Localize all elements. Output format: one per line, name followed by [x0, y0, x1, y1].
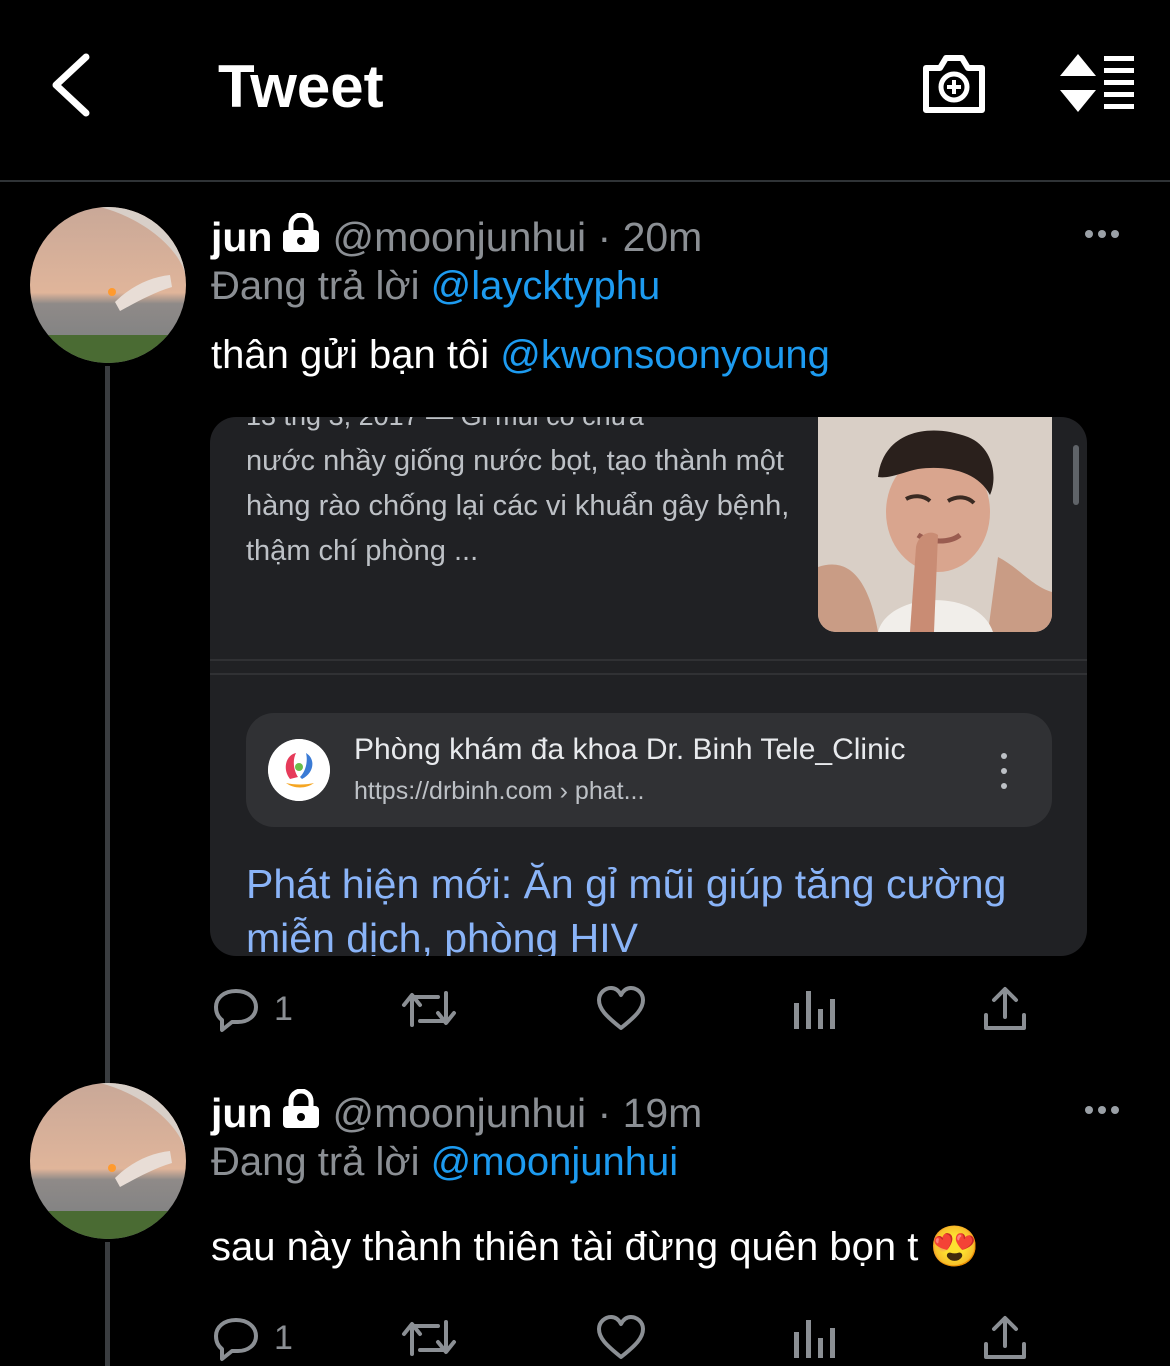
like-button[interactable] [596, 1312, 646, 1364]
result-title-link[interactable]: Phát hiện mới: Ăn gỉ mũi giúp tăng cường… [246, 857, 1046, 956]
site-favicon [268, 739, 330, 801]
result-menu-button[interactable] [994, 753, 1014, 789]
display-name[interactable]: jun [211, 1090, 272, 1136]
heart-icon [597, 986, 645, 1030]
camera-plus-icon [923, 55, 985, 113]
divider [210, 659, 1087, 661]
site-url: https://drbinh.com › phat... [354, 777, 645, 805]
reply-prefix: Đang trả lời [211, 264, 420, 308]
share-button[interactable] [982, 1312, 1028, 1364]
views-button[interactable] [792, 983, 836, 1035]
search-snippet: nước nhầy giống nước bọt, tạo thành một … [246, 445, 790, 567]
attached-image[interactable]: 13 thg 3, 2017 — Gỉ mũi có chứa nước nhầ… [210, 417, 1087, 956]
kebab-icon [1001, 753, 1007, 759]
reply-to-line: Đang trả lời @moonjunhui [211, 1140, 678, 1185]
camera-button[interactable] [918, 50, 990, 118]
retweet-button[interactable] [400, 983, 458, 1035]
tweet-text: sau này thành thiên tài đừng quên bọn t … [211, 1225, 980, 1269]
tweet-actions: 1 [210, 1312, 1050, 1364]
tweet-text-body: thân gửi bạn tôi [211, 333, 490, 377]
avatar[interactable] [30, 207, 186, 363]
avatar[interactable] [30, 1083, 186, 1239]
reply-to-line: Đang trả lời @laycktyphu [211, 264, 660, 309]
thread-line [105, 366, 110, 1086]
timestamp: 20m [622, 214, 703, 260]
reply-icon [214, 1318, 258, 1361]
reply-count: 1 [274, 989, 293, 1028]
back-button[interactable] [40, 50, 100, 120]
lock-icon [280, 212, 322, 263]
share-button[interactable] [982, 983, 1028, 1035]
heart-icon [597, 1315, 645, 1359]
lock-icon [280, 1088, 322, 1139]
separator: · [597, 214, 612, 260]
like-button[interactable] [596, 983, 646, 1035]
tweet-header: jun @moonjunhui · 19m [211, 1088, 703, 1139]
page-title: Tweet [218, 53, 384, 120]
thread-line [105, 1242, 110, 1366]
views-button[interactable] [792, 1312, 836, 1364]
retweet-icon [402, 991, 456, 1027]
separator: · [597, 1090, 612, 1136]
handle[interactable]: @moonjunhui [332, 214, 586, 260]
share-icon [984, 987, 1026, 1030]
chevron-left-icon [52, 53, 90, 117]
text-mention[interactable]: @kwonsoonyoung [500, 333, 830, 377]
display-name[interactable]: jun [211, 214, 272, 260]
tweet-actions: 1 [210, 983, 1050, 1035]
share-icon [984, 1316, 1026, 1359]
header-bar: Tweet [0, 0, 1170, 182]
sort-button[interactable] [1058, 52, 1138, 114]
more-button[interactable] [1085, 1100, 1129, 1120]
handle[interactable]: @moonjunhui [332, 1090, 586, 1136]
search-result-source[interactable]: Phòng khám đa khoa Dr. Binh Tele_Clinic … [246, 713, 1052, 827]
cut-off-text: 13 thg 3, 2017 — Gỉ mũi có chứa [246, 417, 644, 432]
reply-to-mention[interactable]: @moonjunhui [431, 1140, 678, 1184]
reply-button[interactable]: 1 [212, 1312, 293, 1364]
retweet-button[interactable] [400, 1312, 458, 1364]
reply-icon [214, 989, 258, 1032]
more-button[interactable] [1085, 224, 1129, 244]
sort-icon [1060, 54, 1134, 112]
more-icon [1085, 230, 1093, 238]
scrollbar [1073, 445, 1079, 505]
site-name: Phòng khám đa khoa Dr. Binh Tele_Clinic [354, 733, 906, 766]
analytics-icon [794, 991, 835, 1029]
reply-button[interactable]: 1 [212, 983, 293, 1035]
tweet-text: thân gửi bạn tôi @kwonsoonyoung [211, 333, 830, 378]
retweet-icon [402, 1320, 456, 1356]
divider [210, 673, 1087, 675]
timestamp: 19m [622, 1090, 703, 1136]
reply-prefix: Đang trả lời [211, 1140, 420, 1184]
more-icon [1085, 1106, 1093, 1114]
reply-count: 1 [274, 1318, 293, 1357]
result-thumbnail [818, 417, 1052, 632]
analytics-icon [794, 1320, 835, 1358]
tweet-header: jun @moonjunhui · 20m [211, 212, 703, 263]
reply-to-mention[interactable]: @laycktyphu [431, 264, 661, 308]
